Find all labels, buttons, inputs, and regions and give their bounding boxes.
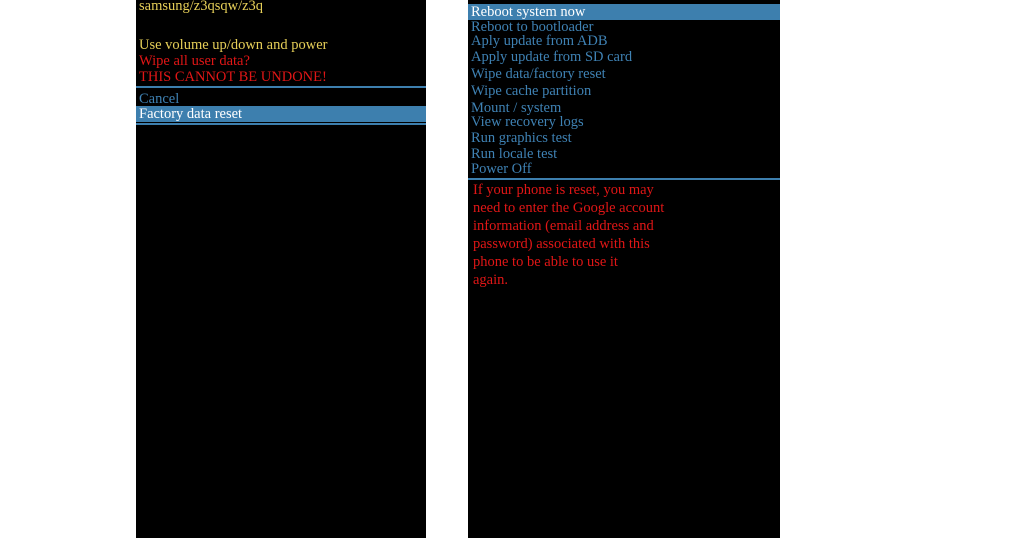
menu-item-run-graphics-test[interactable]: Run graphics test (468, 130, 572, 146)
menu-item-apply-update-from-sd-card[interactable]: Apply update from SD card (468, 49, 632, 65)
menu-item-run-locale-test[interactable]: Run locale test (468, 146, 557, 162)
right-recovery-screen: Reboot system now Reboot to bootloader Apl… (468, 0, 780, 538)
notice-line: information (email address and (473, 218, 654, 234)
menu-item-wipe-data-factory-reset[interactable]: Wipe data/factory reset (468, 66, 606, 82)
menu-item-aply-update-from-adb[interactable]: Aply update from ADB (468, 33, 608, 49)
separator (136, 123, 426, 125)
menu-item-view-recovery-logs[interactable]: View recovery logs (468, 114, 584, 130)
cancel-option[interactable]: Cancel (136, 91, 179, 107)
notice-line: again. (473, 272, 509, 288)
device-id: samsung/z3qsqw/z3q (139, 0, 264, 14)
menu-item-reboot-system-now[interactable]: Reboot system now (468, 4, 780, 20)
menu-item-wipe-cache-partition[interactable]: Wipe cache partition (468, 83, 591, 99)
undone-warning: THIS CANNOT BE UNDONE! (139, 69, 327, 85)
notice-line: password) associated with this (473, 236, 650, 252)
separator (468, 178, 780, 180)
menu-item-power-off[interactable]: Power Off (468, 161, 532, 177)
factory-data-reset-option[interactable]: Factory data reset (136, 106, 426, 122)
wipe-question: Wipe all user data? (139, 53, 250, 69)
notice-line: phone to be able to use it (473, 254, 618, 270)
separator (136, 86, 426, 88)
instruction-text: Use volume up/down and power (139, 37, 328, 53)
notice-line: need to enter the Google account (473, 200, 665, 216)
notice-line: If your phone is reset, you may (473, 182, 654, 198)
left-recovery-screen: samsung/z3qsqw/z3q Use volume up/down an… (136, 0, 426, 538)
